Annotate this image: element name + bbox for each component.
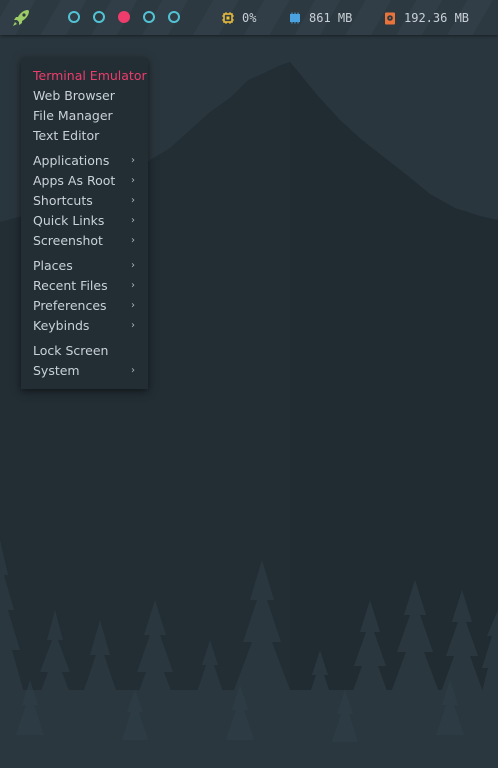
menu-item-label: Lock Screen bbox=[33, 343, 109, 358]
menu-item-label: Terminal Emulator bbox=[33, 68, 147, 83]
workspace-3-button[interactable] bbox=[118, 11, 130, 23]
menu-item-label: Shortcuts bbox=[33, 193, 93, 208]
menu-item-lock-screen[interactable]: Lock Screen bbox=[21, 341, 148, 361]
cpu-usage: 0% bbox=[222, 10, 256, 26]
chevron-right-icon: › bbox=[131, 235, 135, 246]
menu-item-text-editor[interactable]: Text Editor bbox=[21, 126, 148, 146]
disk-icon bbox=[385, 12, 395, 24]
menu-item-label: Keybinds bbox=[33, 318, 90, 333]
menu-item-apps-as-root[interactable]: Apps As Root › bbox=[21, 171, 148, 191]
menu-item-system[interactable]: System › bbox=[21, 361, 148, 381]
menu-item-terminal-emulator[interactable]: Terminal Emulator bbox=[21, 66, 148, 86]
menu-item-label: Recent Files bbox=[33, 278, 108, 293]
menu-item-keybinds[interactable]: Keybinds › bbox=[21, 316, 148, 336]
app-launcher-button[interactable] bbox=[11, 8, 31, 28]
workspace-2-button[interactable] bbox=[93, 11, 105, 23]
disk-usage: 192.36 MB bbox=[384, 10, 469, 26]
chevron-right-icon: › bbox=[131, 215, 135, 226]
menu-item-label: System bbox=[33, 363, 80, 378]
menu-item-label: Quick Links bbox=[33, 213, 105, 228]
menu-item-shortcuts[interactable]: Shortcuts › bbox=[21, 191, 148, 211]
memory-icon bbox=[290, 12, 300, 24]
menu-item-label: File Manager bbox=[33, 108, 113, 123]
menu-item-label: Web Browser bbox=[33, 88, 115, 103]
menu-item-screenshot[interactable]: Screenshot › bbox=[21, 231, 148, 251]
chevron-right-icon: › bbox=[131, 155, 135, 166]
menu-item-web-browser[interactable]: Web Browser bbox=[21, 86, 148, 106]
menu-item-recent-files[interactable]: Recent Files › bbox=[21, 276, 148, 296]
chevron-right-icon: › bbox=[131, 320, 135, 331]
menu-item-preferences[interactable]: Preferences › bbox=[21, 296, 148, 316]
menu-item-label: Screenshot bbox=[33, 233, 103, 248]
menu-item-places[interactable]: Places › bbox=[21, 256, 148, 276]
workspace-1-button[interactable] bbox=[68, 11, 80, 23]
chevron-right-icon: › bbox=[131, 300, 135, 311]
disk-usage-value: 192.36 MB bbox=[404, 11, 470, 25]
menu-item-quick-links[interactable]: Quick Links › bbox=[21, 211, 148, 231]
workspace-5-button[interactable] bbox=[168, 11, 180, 23]
menu-item-label: Preferences bbox=[33, 298, 107, 313]
memory-usage-value: 861 MB bbox=[309, 11, 353, 25]
menu-item-applications[interactable]: Applications › bbox=[21, 151, 148, 171]
cpu-icon bbox=[222, 12, 234, 24]
chevron-right-icon: › bbox=[131, 260, 135, 271]
menu-item-file-manager[interactable]: File Manager bbox=[21, 106, 148, 126]
chevron-right-icon: › bbox=[131, 195, 135, 206]
top-panel: 0% 861 MB 192.36 MB bbox=[0, 0, 498, 35]
menu-item-label: Applications bbox=[33, 153, 110, 168]
chevron-right-icon: › bbox=[131, 175, 135, 186]
menu-item-label: Apps As Root bbox=[33, 173, 116, 188]
workspace-4-button[interactable] bbox=[143, 11, 155, 23]
workspace-switcher bbox=[68, 11, 180, 25]
rocket-icon bbox=[13, 10, 29, 26]
chevron-right-icon: › bbox=[131, 365, 135, 376]
memory-usage: 861 MB bbox=[289, 10, 352, 26]
menu-item-label: Text Editor bbox=[33, 128, 100, 143]
menu-item-label: Places bbox=[33, 258, 73, 273]
root-menu: Terminal Emulator Web Browser File Manager… bbox=[21, 58, 148, 389]
chevron-right-icon: › bbox=[131, 280, 135, 291]
cpu-usage-value: 0% bbox=[242, 11, 257, 25]
